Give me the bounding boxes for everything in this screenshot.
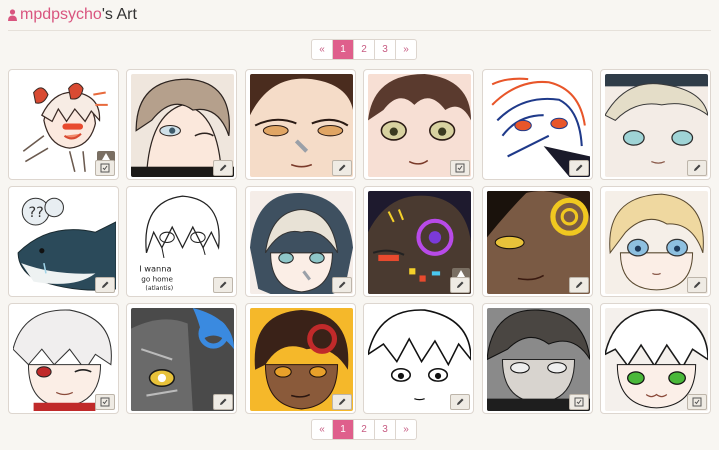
pencil-icon[interactable] — [213, 160, 234, 176]
checkbox-icon[interactable] — [95, 394, 115, 410]
svg-text:(atlantis): (atlantis) — [146, 285, 174, 292]
svg-text:I wanna: I wanna — [140, 263, 172, 273]
pencil-icon[interactable] — [213, 394, 234, 410]
prev-page-button[interactable]: « — [312, 420, 333, 439]
art-thumbnail[interactable] — [126, 69, 238, 180]
pencil-icon[interactable] — [450, 394, 471, 410]
art-thumbnail[interactable] — [599, 186, 711, 297]
art-thumbnail[interactable] — [599, 303, 711, 414]
art-thumbnail[interactable] — [363, 186, 475, 297]
pencil-icon[interactable] — [686, 160, 707, 176]
art-thumbnail[interactable] — [244, 186, 356, 297]
art-thumbnail[interactable]: I wanna go home (atlantis) — [126, 186, 238, 297]
pagination-bottom: « 1 2 3 » — [311, 419, 417, 440]
checkbox-icon[interactable] — [686, 394, 707, 410]
header-divider — [8, 30, 711, 31]
page-2-button[interactable]: 2 — [354, 40, 375, 59]
art-thumbnail[interactable] — [481, 186, 593, 297]
svg-text:??: ?? — [28, 205, 43, 221]
svg-text:go home: go home — [142, 275, 174, 284]
art-thumbnail[interactable]: ?? — [8, 186, 119, 297]
pagination-top: « 1 2 3 » — [311, 39, 417, 60]
page-3-button[interactable]: 3 — [375, 420, 396, 439]
checkbox-icon[interactable] — [450, 160, 471, 176]
title-suffix: 's Art — [101, 6, 137, 23]
art-thumbnail[interactable] — [363, 69, 475, 180]
art-gallery: ?? I wanna go home (atlantis) — [8, 69, 711, 414]
page-2-button[interactable]: 2 — [354, 420, 375, 439]
art-thumbnail[interactable] — [126, 303, 238, 414]
username-link[interactable]: mpdpsycho — [20, 6, 102, 24]
page-title: mpdpsycho 's Art — [8, 4, 137, 26]
pencil-icon[interactable] — [450, 277, 471, 293]
checkbox-icon[interactable] — [568, 394, 589, 410]
page-3-button[interactable]: 3 — [375, 40, 396, 59]
pencil-icon[interactable] — [331, 160, 352, 176]
checkbox-icon[interactable] — [95, 160, 115, 176]
pencil-icon[interactable] — [686, 277, 707, 293]
page-1-button[interactable]: 1 — [333, 40, 354, 59]
user-icon — [8, 9, 17, 21]
next-page-button[interactable]: » — [396, 40, 416, 59]
pencil-icon[interactable] — [331, 277, 352, 293]
pencil-icon[interactable] — [95, 277, 115, 293]
next-page-button[interactable]: » — [396, 420, 416, 439]
art-thumbnail[interactable] — [8, 303, 119, 414]
art-thumbnail[interactable] — [599, 69, 711, 180]
prev-page-button[interactable]: « — [312, 40, 333, 59]
art-thumbnail[interactable] — [244, 303, 356, 414]
art-thumbnail[interactable] — [244, 69, 356, 180]
art-thumbnail[interactable] — [363, 303, 475, 414]
pencil-icon[interactable] — [213, 277, 234, 293]
art-thumbnail[interactable] — [8, 69, 119, 180]
pencil-icon[interactable] — [568, 160, 589, 176]
art-thumbnail[interactable] — [481, 69, 593, 180]
pencil-icon[interactable] — [331, 394, 352, 410]
page-1-button[interactable]: 1 — [333, 420, 354, 439]
pencil-icon[interactable] — [568, 277, 589, 293]
art-thumbnail[interactable] — [481, 303, 593, 414]
